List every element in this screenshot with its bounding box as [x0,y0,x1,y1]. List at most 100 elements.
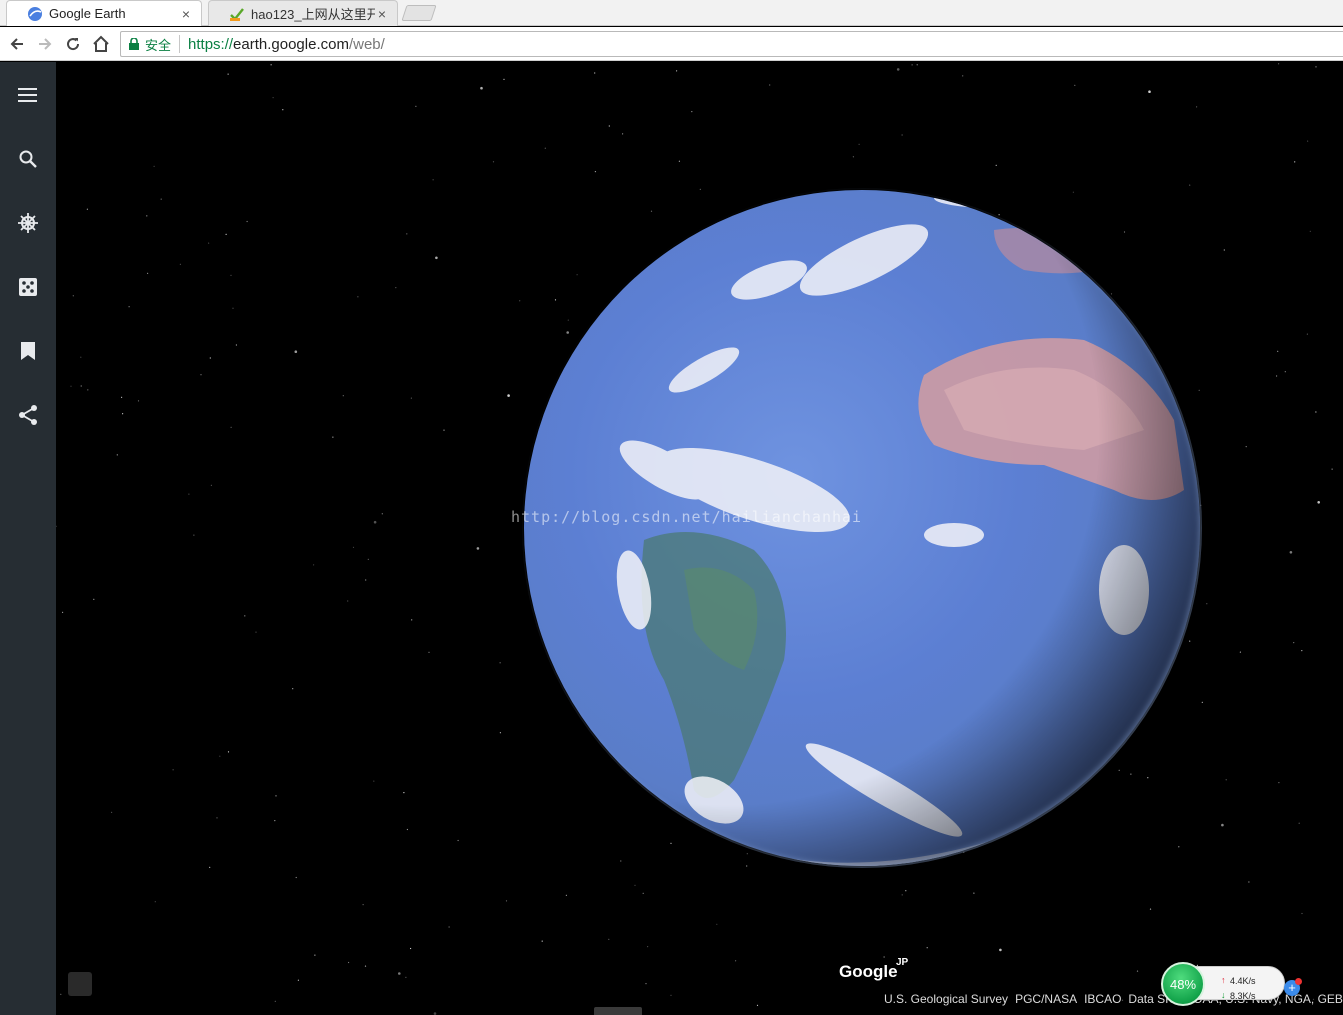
star [153,165,155,167]
feeling-lucky-button[interactable] [12,271,44,303]
star [270,64,272,66]
star [1315,411,1317,413]
star [1225,779,1227,781]
star [225,233,227,235]
star [193,534,195,536]
tab-close-icon[interactable]: × [375,6,389,22]
search-icon [19,150,37,168]
star [405,976,407,979]
star [146,215,148,217]
star [357,296,359,298]
star [858,143,860,145]
star [297,979,299,981]
star [541,940,543,942]
star [1074,84,1076,86]
credit-item: U.S. Geological Survey [884,992,1009,1006]
tab-google-earth[interactable]: Google Earth × [6,0,202,26]
star [503,78,505,80]
earth-sidebar [0,62,56,1015]
reload-button[interactable] [60,31,86,57]
star [367,558,369,560]
star [244,615,246,617]
star [691,111,693,113]
globe[interactable] [524,190,1200,866]
new-tab-button[interactable] [401,5,437,21]
star [678,160,681,162]
share-button[interactable] [12,399,44,431]
star [403,792,405,794]
forward-arrow-icon [39,38,52,50]
view-toggle-button[interactable] [68,972,92,996]
star [1301,650,1303,652]
star [147,272,149,274]
tab-close-icon[interactable]: × [179,6,193,22]
star [901,134,903,136]
star [995,164,997,166]
star [1189,184,1191,186]
star [216,817,218,819]
star [373,780,375,782]
star [647,946,649,948]
url-path: /web/ [348,35,385,53]
forward-button[interactable] [32,31,58,57]
network-speed-widget[interactable]: ↑ 4.4K/s ↓ 8.3K/s + 48% [1161,962,1302,1006]
star [219,755,221,757]
menu-button[interactable] [12,79,44,111]
star [274,1000,276,1002]
star [188,493,190,495]
star [364,965,367,967]
star [179,263,181,265]
star [432,179,434,181]
star [1309,230,1311,232]
star [60,993,62,996]
star [172,769,174,771]
atmosphere-rim [522,188,1202,868]
star [272,97,274,99]
star [208,242,210,244]
my-places-button[interactable] [12,335,44,367]
star [314,954,316,956]
tab-hao123[interactable]: hao123_上网从这里开始 × [208,0,398,26]
star [911,64,913,66]
back-arrow-icon [10,38,23,50]
star [1276,375,1278,377]
address-bar[interactable]: 安全 https://earth.google.com/web/ [120,31,1343,57]
star [457,839,459,842]
star [342,395,344,397]
star [476,547,480,550]
bottom-drawer-handle[interactable] [594,1007,642,1015]
url-scheme: https:// [188,35,234,53]
star [1201,701,1203,704]
star [905,890,907,892]
star [121,396,123,398]
star [230,274,232,276]
star [1196,106,1198,108]
share-icon [19,405,37,425]
voyager-button[interactable] [12,207,44,239]
star [1239,651,1241,653]
star [676,70,678,72]
star [443,429,445,431]
star [395,287,397,289]
google-region-label: JP [896,957,909,968]
star [80,356,82,358]
home-button[interactable] [88,31,114,57]
star [916,64,918,66]
star [1136,970,1139,972]
star [901,894,903,896]
star [1294,161,1296,163]
home-icon [93,35,109,52]
star [1301,912,1303,915]
search-button[interactable] [12,143,44,175]
back-button[interactable] [4,31,30,57]
star [448,926,450,928]
star [70,385,72,387]
star [246,220,248,223]
earth-3d-viewport[interactable]: http://blog.csdn.net/hailianchanhai Goog… [56,62,1343,1015]
star [716,923,718,925]
star [852,156,855,158]
star [87,389,89,391]
star [1223,249,1225,251]
star [398,972,401,975]
memory-usage-gauge[interactable]: 48% [1161,962,1205,1006]
